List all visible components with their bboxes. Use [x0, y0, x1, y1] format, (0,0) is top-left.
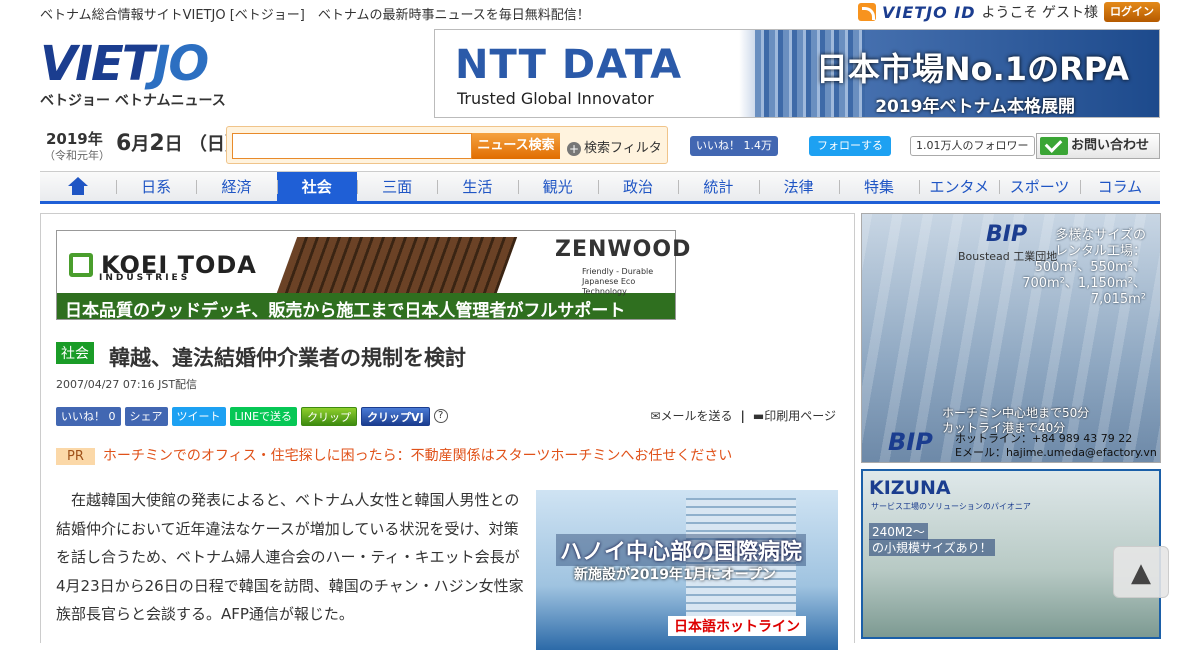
search-input[interactable] — [232, 133, 472, 159]
kizuna-sub: サービス工場のソリューションのパイオニア — [871, 502, 1031, 511]
nav-item[interactable]: 経済 — [196, 172, 276, 201]
site-logo[interactable]: VIETJO ベトジョー ベトナムニュース — [40, 40, 250, 112]
logo-subtitle: ベトジョー ベトナムニュース — [40, 93, 226, 109]
nav-item[interactable]: スポーツ — [999, 172, 1079, 201]
twitter-follower-count: 1.01万人のフォロワー — [910, 136, 1035, 156]
ntt-data-banner-ad[interactable]: NTT DATA Trusted Global Innovator 日本市場No… — [434, 29, 1160, 118]
hospital-ad-sub: 新施設が2019年1月にオープン — [574, 567, 776, 583]
wood-deck-image — [276, 237, 518, 293]
plus-icon: + — [567, 142, 581, 156]
article-title: 韓越、違法結婚仲介業者の規制を検討 — [109, 346, 466, 370]
nav-item-active[interactable]: 社会 — [276, 172, 357, 201]
kizuna-line-1: 240M2～ — [869, 523, 928, 540]
article-panel: KOEI TODA INDUSTRIES ZENWOOD Friendly - … — [40, 213, 855, 650]
kizuna-logo: KIZUNA — [869, 477, 951, 499]
hospital-ad-title: ハノイ中心部の国際病院 — [556, 534, 807, 566]
date-year: 2019年 — [46, 130, 103, 148]
top-right-bar: VIETJO ID ようこそ ゲスト様 ログイン — [858, 2, 1160, 22]
date-era: （令和元年） — [44, 149, 110, 162]
nav-home[interactable] — [40, 172, 116, 201]
ntt-subline: 2019年ベトナム本格展開 — [875, 97, 1075, 117]
zenwood-logo: ZENWOOD — [555, 237, 692, 262]
nav-item[interactable]: 日系 — [116, 172, 196, 201]
welcome-text: ようこそ ゲスト様 — [981, 5, 1098, 21]
search-box: ニュース検索 + 検索フィルタ — [226, 126, 668, 164]
kizuna-line-2: の小規模サイズあり！ — [869, 539, 995, 556]
clip-vj-button[interactable]: クリップVJ — [361, 406, 430, 426]
fb-share-button[interactable]: シェア — [124, 406, 168, 426]
koei-bottom-text: 日本品質のウッドデッキ、販売から施工まで日本人管理者がフルサポート — [65, 301, 626, 321]
koei-brand-sub: INDUSTRIES — [99, 273, 191, 283]
nav-item[interactable]: 観光 — [517, 172, 598, 201]
nav-item[interactable]: 法律 — [758, 172, 839, 201]
fb-like-button[interactable]: いいね！ 0 — [56, 406, 121, 426]
twitter-follow-button[interactable]: フォローする — [809, 136, 891, 156]
date-month-day: 6月2日 （日） — [116, 131, 243, 156]
nav-item[interactable]: コラム — [1079, 172, 1160, 201]
facebook-like-button[interactable]: いいね！ 1.4万 — [690, 136, 778, 156]
home-icon — [68, 177, 88, 195]
help-icon[interactable]: ? — [433, 409, 448, 423]
print-link[interactable]: ▬印刷用ページ — [753, 409, 836, 423]
hospital-hotline: 日本語ホットライン — [668, 616, 806, 636]
site-tagline: ベトナム総合情報サイトVIETJO [ベトジョー] ベトナムの最新時事ニュースを… — [40, 8, 590, 23]
article-body: 在越韓国大使館の発表によると、ベトナム人女性と韓国人男性との結婚仲介において近年… — [56, 491, 524, 623]
nav-item[interactable]: 生活 — [437, 172, 517, 201]
nav-item[interactable]: 政治 — [597, 172, 678, 201]
article-tools: ✉メールを送る | ▬印刷用ページ — [650, 409, 836, 423]
zenwood-sub: Friendly - Durable Japanese Eco Technolo… — [582, 267, 654, 296]
news-search-button[interactable]: ニュース検索 — [472, 133, 560, 159]
envelope-icon: ✉ — [650, 409, 661, 423]
bip-logo: BIP — [986, 222, 1028, 247]
check-mail-icon — [1040, 137, 1068, 155]
bip-logo-bottom: BIP — [888, 428, 933, 456]
line-share-button[interactable]: LINEで送る — [229, 406, 298, 426]
ntt-headline: 日本市場No.1のRPA — [815, 50, 1129, 88]
bip-email: Eメール：hajime.umeda@efactory.vn — [955, 446, 1157, 459]
ntt-brand: NTT DATA — [455, 42, 683, 88]
ntt-slogan: Trusted Global Innovator — [457, 89, 654, 108]
main-nav: 日系 経済 社会 三面 生活 観光 政治 統計 法律 特集 エンタメ スポーツ … — [40, 171, 1160, 204]
rss-icon[interactable] — [858, 3, 876, 21]
logo-wordmark: VIETJO — [40, 36, 209, 92]
login-button[interactable]: ログイン — [1104, 2, 1160, 22]
vietjo-id-logo[interactable]: VIETJO ID — [882, 3, 976, 22]
nav-item[interactable]: 特集 — [838, 172, 919, 201]
pr-link[interactable]: PR ホーチミンでのオフィス・住宅探しに困ったら：不動産関係はスターツホーチミンへ… — [56, 445, 732, 465]
koei-logo-icon — [69, 253, 93, 277]
category-badge[interactable]: 社会 — [56, 342, 94, 364]
nav-item[interactable]: エンタメ — [919, 172, 999, 201]
nav-item[interactable]: 三面 — [356, 172, 437, 201]
mail-link[interactable]: ✉メールを送る — [650, 409, 732, 423]
hospital-ad[interactable]: ハノイ中心部の国際病院 新施設が2019年1月にオープン 日本語ホットライン — [536, 490, 838, 650]
contact-button[interactable]: お問い合わせ — [1036, 133, 1160, 159]
search-filter-link[interactable]: + 検索フィルタ — [567, 137, 662, 156]
clip-button[interactable]: クリップ — [301, 406, 358, 426]
share-bar: いいね！ 0 シェア ツイート LINEで送る クリップ クリップVJ ? — [56, 406, 448, 426]
bip-factory-ad[interactable]: BIP Boustead 工業団地 多様なサイズの レンタル工場： 500m²、55… — [861, 213, 1161, 463]
nav-item[interactable]: 統計 — [678, 172, 758, 201]
scroll-to-top-button[interactable]: ▲ — [1113, 546, 1169, 598]
publish-date: 2007/04/27 07:16 JST配信 — [56, 378, 198, 391]
tweet-button[interactable]: ツイート — [171, 406, 226, 426]
printer-icon: ▬ — [752, 409, 765, 423]
pr-tag: PR — [56, 448, 95, 465]
bip-sizes: 多様なサイズの レンタル工場： 500m²、550m²、 700m²、1,150m²、… — [1022, 228, 1146, 307]
koei-toda-banner-ad[interactable]: KOEI TODA INDUSTRIES ZENWOOD Friendly - … — [56, 230, 690, 321]
current-date: 2019年 （令和元年） 6月2日 （日） — [40, 126, 243, 162]
